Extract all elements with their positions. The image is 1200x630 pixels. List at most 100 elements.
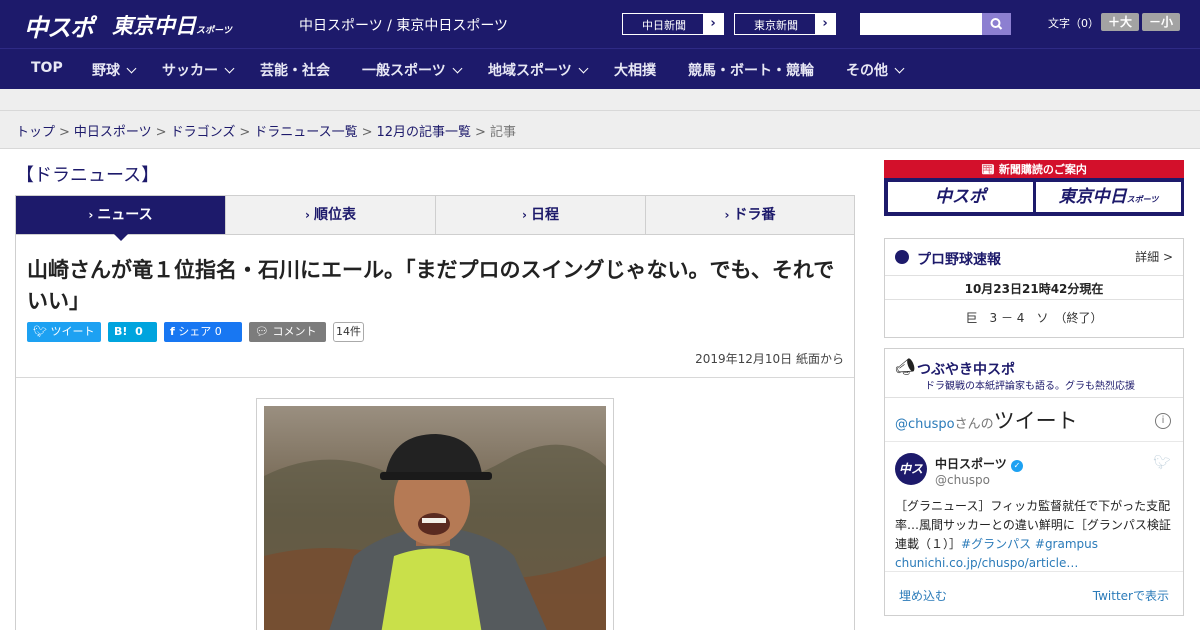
chevron-down-icon (452, 63, 463, 74)
article-photo-frame (256, 398, 614, 630)
baseball-score[interactable]: 巨 3 － 4 ソ （終了） (885, 309, 1183, 326)
tweet-account-name: 中日スポーツ (935, 457, 1007, 471)
tab-label: ドラ番 (733, 207, 776, 223)
tweet-text: ［グラニュース］フィッカ監督就任で下がった支配率…風間サッカーとの違い鮮明に［グ… (895, 497, 1173, 573)
nav-label: 芸能・社会 (260, 63, 330, 79)
chunichi-shimbun-label: 中日新聞 (642, 19, 686, 32)
tab-label: ニュース (97, 207, 153, 223)
tweet-account[interactable]: 中日スポーツ ✓ (935, 455, 1023, 472)
search-button[interactable] (982, 13, 1011, 35)
chevron-down-icon (126, 63, 137, 74)
divider (885, 275, 1183, 276)
search-icon (990, 18, 1003, 30)
promo-title-text: 新聞購読のご案内 (998, 163, 1087, 176)
divider (885, 441, 1183, 442)
nav-label: 競馬・ボート・競輪 (688, 63, 814, 79)
section-tabs: › ニュース › 順位表 › 日程 › ドラ番 (15, 195, 855, 241)
main-nav: TOP 野球 サッカー 芸能・社会 一般スポーツ 地域スポーツ 大相撲 競馬・ボ… (0, 48, 1200, 89)
promo-tokyo-chunichi[interactable]: 東京中日スポーツ (1036, 182, 1181, 212)
breadcrumb-separator: > (361, 125, 373, 140)
tab-schedule[interactable]: › 日程 (436, 196, 646, 234)
article: 山崎さんが竜１位指名・石川にエール。「まだプロのスイングじゃない。でも、それでい… (15, 234, 855, 630)
breadcrumb-dora-news-list[interactable]: ドラニュース一覧 (254, 125, 357, 140)
article-photo[interactable] (264, 406, 606, 630)
chevron-down-icon (224, 63, 235, 74)
baseball-timestamp: 10月23日21時42分現在 (964, 282, 1104, 296)
tokyo-logo-sub: スポーツ (196, 26, 232, 36)
tokyo-chunichi-logo[interactable]: 東京中日スポーツ (112, 10, 232, 40)
chevron-right-icon: › (703, 14, 723, 34)
nav-label: その他 (846, 63, 888, 79)
chuspo-logo[interactable]: 中スポ (24, 8, 94, 43)
tab-dora-ban[interactable]: › ドラ番 (646, 196, 854, 234)
nav-general-sports[interactable]: 一般スポーツ (362, 60, 463, 80)
promo-tokyo-label: 東京中日 (1058, 187, 1127, 207)
promo-chuspo[interactable]: 中スポ (888, 182, 1033, 212)
divider (885, 571, 1183, 572)
embed-link[interactable]: 埋め込む (899, 587, 947, 604)
tokyo-logo-text: 東京中日 (112, 14, 196, 38)
comment-icon: 💬︎ (255, 325, 269, 338)
megaphone-icon: 📣︎ (895, 357, 916, 376)
hatena-bookmark-button[interactable]: B! 0 (108, 322, 157, 342)
nav-soccer[interactable]: サッカー (162, 60, 235, 80)
nav-racing[interactable]: 競馬・ボート・競輪 (688, 60, 814, 80)
font-smaller-button[interactable]: －小 (1142, 13, 1180, 31)
comment-count-badge: 14件 (333, 322, 364, 342)
nav-top[interactable]: TOP (31, 60, 63, 76)
nav-label: 野球 (92, 63, 120, 79)
article-headline: 山崎さんが竜１位指名・石川にエール。「まだプロのスイングじゃない。でも、それでい… (27, 258, 835, 313)
site-header: 中スポ 東京中日スポーツ 中日スポーツ / 東京中日スポーツ 中日新聞 › 東京… (0, 0, 1200, 48)
fb-share-label: シェア (178, 325, 212, 338)
tokyo-shimbun-label: 東京新聞 (754, 19, 798, 32)
nav-sumo[interactable]: 大相撲 (614, 60, 656, 80)
nav-entertainment[interactable]: 芸能・社会 (260, 60, 330, 80)
nav-baseball[interactable]: 野球 (92, 60, 137, 80)
tab-news[interactable]: › ニュース (16, 196, 226, 241)
facebook-share-button[interactable]: f シェア 0 (164, 322, 242, 342)
breadcrumb: トップ > 中日スポーツ > ドラゴンズ > ドラニュース一覧 >12月の記事一覧 > 記事 (0, 111, 1200, 149)
baseball-detail-link[interactable]: 詳細 > (1135, 248, 1173, 265)
search-input[interactable] (860, 13, 982, 35)
twitter-icon: 🐦︎ (33, 325, 47, 338)
divider (16, 377, 854, 378)
tweet-label: ツイート (50, 325, 95, 338)
breadcrumb-december-list[interactable]: 12月の記事一覧 (377, 125, 472, 140)
breadcrumb-top[interactable]: トップ (16, 125, 55, 140)
nav-label: TOP (31, 60, 63, 76)
nav-other[interactable]: その他 (846, 60, 905, 80)
font-larger-button[interactable]: ＋大 (1101, 13, 1139, 31)
breadcrumb-separator: > (239, 125, 251, 140)
timeline-handle-suffix: さんの (954, 417, 994, 432)
photo-illustration (264, 406, 606, 630)
timeline-handle[interactable]: @chuspo (895, 417, 955, 432)
comment-button[interactable]: 💬︎ コメント (249, 322, 326, 342)
section-title: 【ドラニュース】 (16, 165, 160, 186)
subscription-promo-title: 📰︎ 新聞購読のご案内 (884, 161, 1184, 177)
info-icon[interactable]: i (1155, 413, 1171, 429)
nav-label: サッカー (162, 63, 218, 79)
divider (885, 397, 1183, 398)
breadcrumb-current: 記事 (489, 125, 516, 140)
chevron-right-icon: › (724, 208, 730, 222)
view-on-twitter-link[interactable]: Twitterで表示 (1093, 587, 1169, 604)
tweet-hashtags[interactable]: #グランパス #grampus (961, 537, 1098, 551)
timeline-heading: ツイート (993, 409, 1078, 433)
breadcrumb-chunichi-sports[interactable]: 中日スポーツ (74, 125, 152, 140)
tokyo-shimbun-link[interactable]: 東京新聞 › (734, 13, 836, 35)
tweet-button[interactable]: 🐦︎ ツイート (27, 322, 101, 342)
comment-label: コメント (272, 325, 317, 338)
tweet-account-handle[interactable]: @chuspo (935, 473, 990, 487)
baseball-icon (895, 250, 909, 264)
nav-local-sports[interactable]: 地域スポーツ (488, 60, 589, 80)
chevron-down-icon (578, 63, 589, 74)
breadcrumb-dragons[interactable]: ドラゴンズ (171, 125, 236, 140)
avatar[interactable]: 中スポ (895, 453, 927, 508)
tab-standings[interactable]: › 順位表 (226, 196, 436, 234)
twitter-widget: 📣︎ つぶやき中スポ ドラ観戦の本紙評論家も語る。グラも熱烈応援 @chuspo… (884, 348, 1184, 616)
hatena-icon: B! (114, 325, 128, 338)
twitter-widget-title: つぶやき中スポ (917, 362, 1015, 378)
nav-label: 大相撲 (614, 63, 656, 79)
chunichi-shimbun-link[interactable]: 中日新聞 › (622, 13, 724, 35)
nav-label: 一般スポーツ (362, 63, 446, 79)
